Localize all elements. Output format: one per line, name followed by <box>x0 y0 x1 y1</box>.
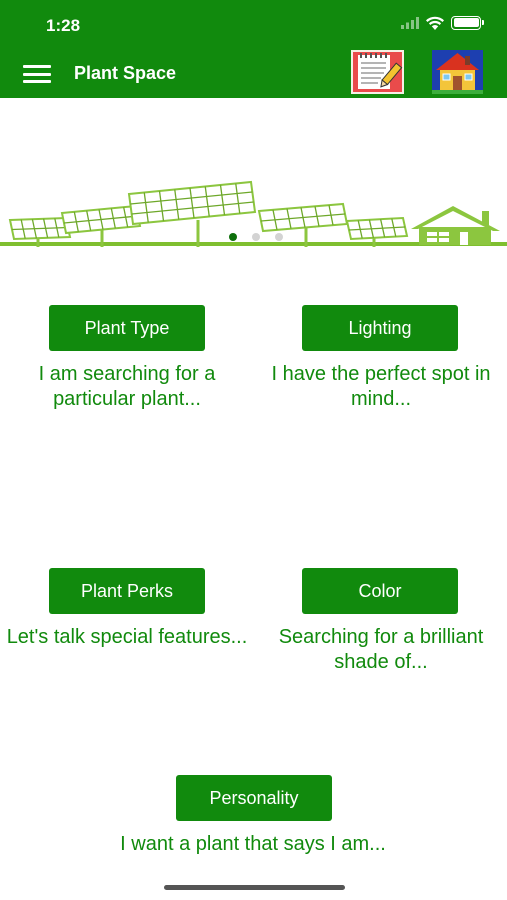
color-description: Searching for a brilliant shade of... <box>278 626 484 673</box>
personality-description: I want a plant that says I am... <box>120 833 386 855</box>
status-icons <box>401 15 484 30</box>
plant-perks-button[interactable]: Plant Perks <box>49 568 205 614</box>
home-indicator[interactable] <box>164 885 345 890</box>
house-icon[interactable] <box>432 50 483 94</box>
status-time: 1:28 <box>46 16 81 35</box>
notepad-icon[interactable] <box>351 50 404 94</box>
plant-perks-description: Let's talk special features... <box>6 626 248 648</box>
plant-type-description: I am searching for a particular plant... <box>38 363 216 410</box>
plant-type-button[interactable]: Plant Type <box>49 305 205 351</box>
carousel-pagination <box>0 233 507 241</box>
lighting-description: I have the perfect spot in mind... <box>271 363 491 410</box>
app-title: Plant Space <box>74 63 177 83</box>
battery-icon <box>451 15 484 30</box>
carousel-dot[interactable] <box>252 233 260 241</box>
carousel-dot[interactable] <box>275 233 283 241</box>
carousel-dot[interactable] <box>229 233 237 241</box>
solar-panel-banner <box>0 180 507 247</box>
color-button[interactable]: Color <box>302 568 458 614</box>
personality-button[interactable]: Personality <box>176 775 332 821</box>
cellular-signal-icon <box>401 16 419 29</box>
lighting-button[interactable]: Lighting <box>302 305 458 351</box>
app-bar: 1:28 Plant Space <box>0 0 507 98</box>
hamburger-menu-icon[interactable] <box>23 65 51 83</box>
wifi-icon <box>426 16 444 30</box>
